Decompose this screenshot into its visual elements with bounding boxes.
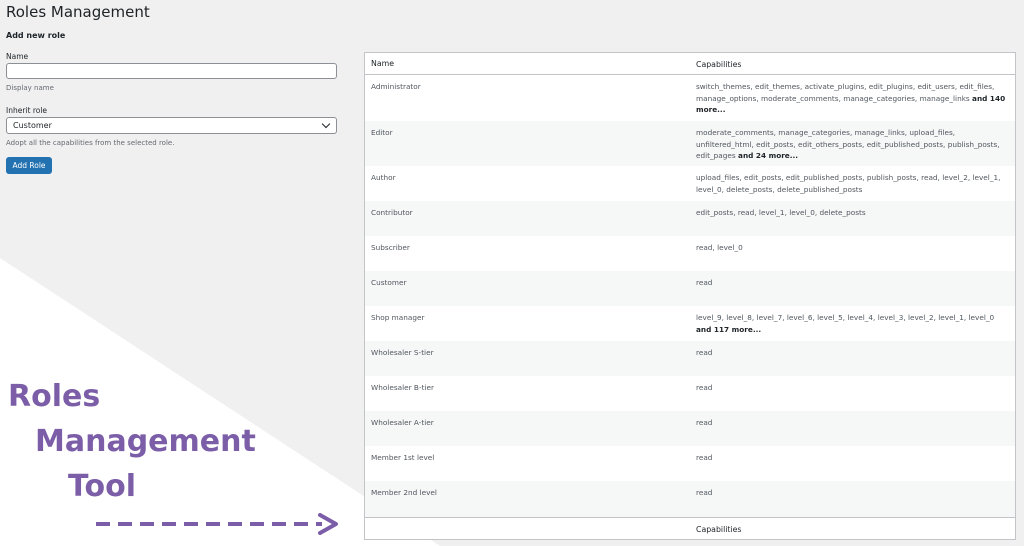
- table-row: Administrator switch_themes, edit_themes,…: [365, 75, 1015, 121]
- role-name[interactable]: Contributor: [371, 208, 413, 217]
- column-header-capabilities[interactable]: Capabilities: [696, 59, 1006, 71]
- capabilities-text: read: [696, 453, 713, 462]
- role-capabilities: read: [696, 487, 1006, 499]
- capabilities-text: upload_files, edit_posts, edit_published…: [696, 173, 1001, 194]
- column-footer-capabilities[interactable]: Capabilities: [696, 524, 1006, 536]
- capabilities-text: edit_posts, read, level_1, level_0, dele…: [696, 208, 866, 217]
- capabilities-text: read: [696, 278, 713, 287]
- more-capabilities-link[interactable]: and 117 more...: [696, 325, 761, 334]
- capabilities-text: level_9, level_8, level_7, level_6, leve…: [696, 313, 995, 322]
- column-header-name[interactable]: Name: [371, 59, 394, 68]
- role-capabilities: read: [696, 382, 1006, 394]
- role-name[interactable]: Member 1st level: [371, 453, 434, 462]
- role-capabilities: read: [696, 452, 1006, 464]
- role-capabilities: edit_posts, read, level_1, level_0, dele…: [696, 207, 1006, 219]
- capabilities-text: read: [696, 488, 713, 497]
- role-capabilities: moderate_comments, manage_categories, ma…: [696, 127, 1006, 162]
- table-footer: Capabilities: [365, 517, 1015, 539]
- dashed-arrow-right-icon: [96, 513, 338, 535]
- promo-title-line-1: Roles: [8, 379, 101, 414]
- table-row: Author upload_files, edit_posts, edit_pub…: [365, 166, 1015, 201]
- role-name[interactable]: Subscriber: [371, 243, 410, 252]
- capabilities-text: read: [696, 348, 713, 357]
- table-row: Wholesaler B-tier read: [365, 376, 1015, 411]
- role-name[interactable]: Member 2nd level: [371, 488, 437, 497]
- role-name[interactable]: Customer: [371, 278, 406, 287]
- role-name[interactable]: Wholesaler S-tier: [371, 348, 434, 357]
- role-capabilities: read, level_0: [696, 242, 1006, 254]
- table-row: Shop manager level_9, level_8, level_7, l…: [365, 306, 1015, 341]
- table-row: Customer read: [365, 271, 1015, 306]
- table-row: Member 2nd level read: [365, 481, 1015, 517]
- role-name[interactable]: Author: [371, 173, 396, 182]
- role-name[interactable]: Administrator: [371, 82, 421, 91]
- table-row: Editor moderate_comments, manage_categori…: [365, 121, 1015, 166]
- promo-title-line-2: Management: [35, 424, 256, 459]
- role-name[interactable]: Wholesaler B-tier: [371, 383, 434, 392]
- role-capabilities: switch_themes, edit_themes, activate_plu…: [696, 81, 1006, 116]
- role-capabilities: read: [696, 417, 1006, 429]
- promo-title-line-3: Tool: [68, 469, 136, 504]
- role-name[interactable]: Shop manager: [371, 313, 424, 322]
- more-capabilities-link[interactable]: and 24 more...: [738, 151, 798, 160]
- table-row: Wholesaler A-tier read: [365, 411, 1015, 446]
- table-row: Subscriber read, level_0: [365, 236, 1015, 271]
- capabilities-text: switch_themes, edit_themes, activate_plu…: [696, 82, 995, 103]
- role-capabilities: read: [696, 347, 1006, 359]
- table-row: Wholesaler S-tier read: [365, 341, 1015, 376]
- table-row: Contributor edit_posts, read, level_1, le…: [365, 201, 1015, 236]
- role-capabilities: read: [696, 277, 1006, 289]
- role-capabilities: level_9, level_8, level_7, level_6, leve…: [696, 312, 1006, 335]
- table-header: Name Capabilities: [365, 53, 1015, 75]
- role-name[interactable]: Wholesaler A-tier: [371, 418, 434, 427]
- table-row: Member 1st level read: [365, 446, 1015, 481]
- capabilities-text: read: [696, 383, 713, 392]
- capabilities-text: read, level_0: [696, 243, 743, 252]
- role-capabilities: upload_files, edit_posts, edit_published…: [696, 172, 1006, 195]
- capabilities-text: read: [696, 418, 713, 427]
- role-name[interactable]: Editor: [371, 128, 393, 137]
- roles-table: Name Capabilities Administrator switch_th…: [364, 52, 1016, 540]
